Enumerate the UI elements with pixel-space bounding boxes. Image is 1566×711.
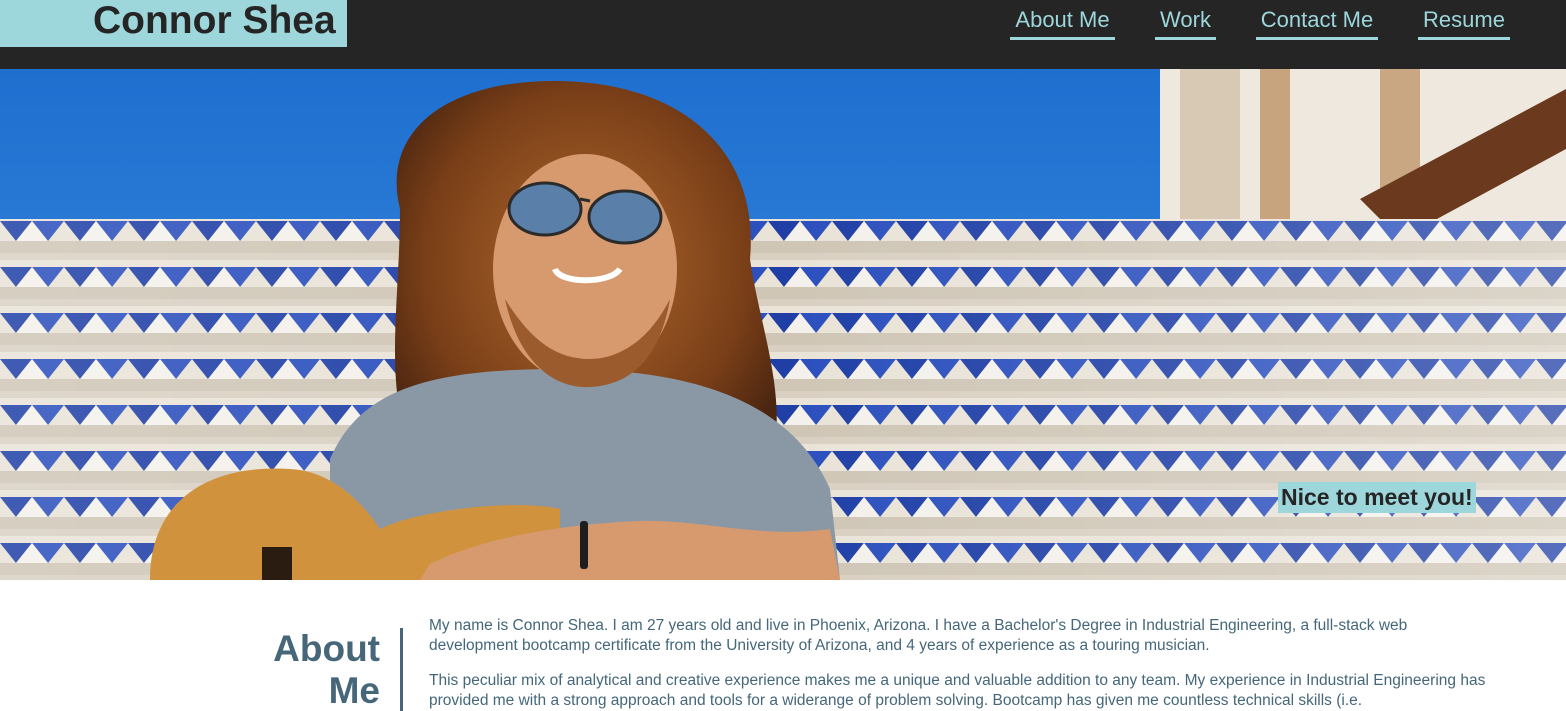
hero-caption: Nice to meet you!	[1278, 482, 1476, 513]
nav-resume[interactable]: Resume	[1418, 6, 1510, 40]
brand-block: Connor Shea	[0, 0, 347, 47]
about-heading-line1: About	[273, 628, 380, 669]
site-header: Connor Shea About Me Work Contact Me Res…	[0, 0, 1566, 69]
about-paragraph: This peculiar mix of analytical and crea…	[429, 672, 1486, 709]
about-text: My name is Connor Shea. I am 27 years ol…	[429, 616, 1499, 711]
about-heading: About Me	[240, 628, 380, 711]
about-divider	[400, 628, 403, 711]
about-paragraph: My name is Connor Shea. I am 27 years ol…	[429, 617, 1408, 654]
nav-work[interactable]: Work	[1155, 6, 1216, 40]
nav-about-me[interactable]: About Me	[1010, 6, 1115, 40]
site-title[interactable]: Connor Shea	[93, 0, 336, 44]
hero-banner: Nice to meet you!	[0, 69, 1566, 580]
nav-contact-me[interactable]: Contact Me	[1256, 6, 1378, 40]
about-heading-line2: Me	[328, 670, 380, 711]
